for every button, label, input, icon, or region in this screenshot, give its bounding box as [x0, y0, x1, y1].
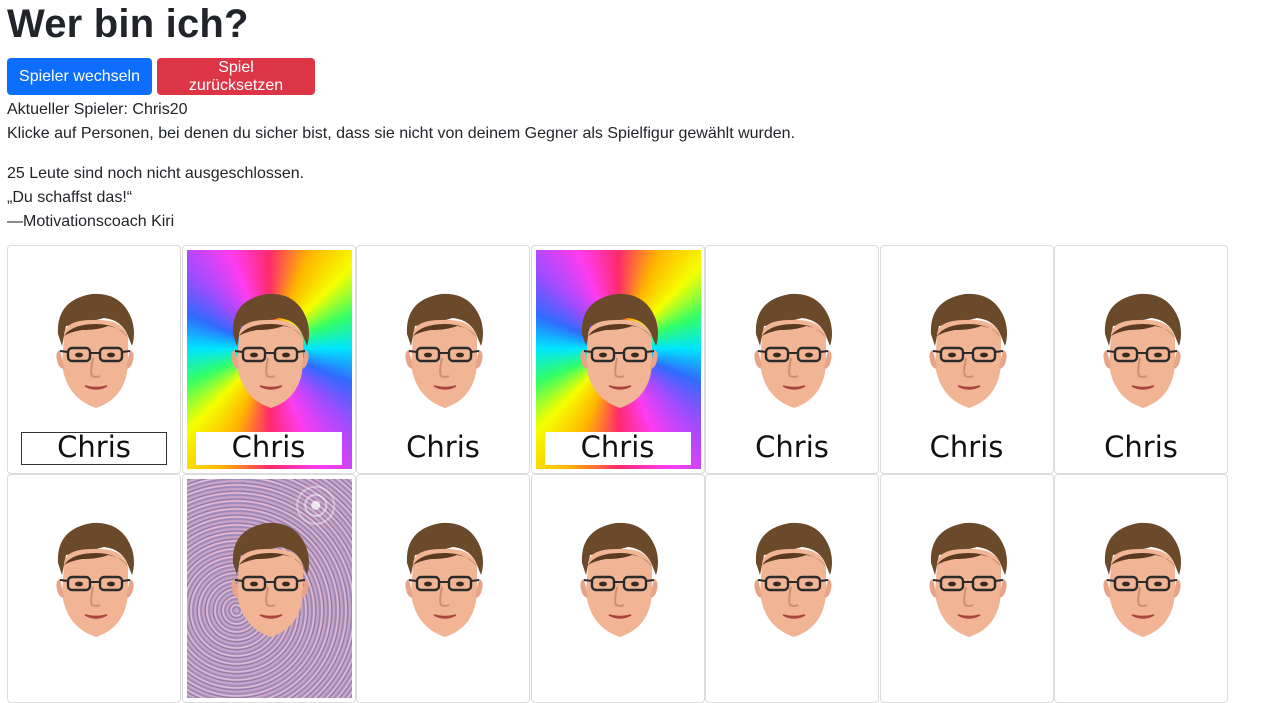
instruction-text: Klicke auf Personen, bei denen du sicher…	[7, 125, 796, 142]
person-card[interactable]: Chris	[879, 245, 1054, 474]
page-content: Wer bin ich? Spieler wechseln Spiel zurü…	[7, 0, 1280, 234]
person-photo	[52, 290, 138, 412]
person-name: Chris	[57, 430, 131, 464]
person-card[interactable]	[705, 474, 879, 703]
switch-player-button[interactable]: Spieler wechseln	[7, 58, 152, 95]
person-photo	[925, 519, 1011, 641]
person-grid: Chris Chris Chris Chris Chris Chris Chri…	[7, 245, 1228, 703]
person-name: Chris	[755, 430, 829, 464]
reset-game-button[interactable]: Spiel zurücksetzen	[157, 58, 315, 95]
person-card[interactable]	[181, 474, 356, 703]
person-card[interactable]: Chris	[356, 245, 530, 474]
button-row: Spieler wechseln Spiel zurücksetzen	[7, 58, 1280, 95]
person-photo	[576, 519, 662, 641]
person-card[interactable]: Chris	[7, 245, 181, 474]
person-name: Chris	[231, 430, 306, 464]
person-card[interactable]: Chris	[1054, 245, 1228, 474]
person-name: Chris	[406, 430, 480, 464]
person-photo	[750, 519, 836, 641]
person-card[interactable]: Chris	[705, 245, 879, 474]
person-name: Chris	[1104, 430, 1178, 464]
person-photo	[1099, 519, 1185, 641]
person-photo	[227, 290, 313, 412]
person-photo	[401, 519, 487, 641]
person-photo	[52, 519, 138, 641]
person-card[interactable]	[1054, 474, 1228, 703]
person-card[interactable]: Chris	[181, 245, 356, 474]
person-photo	[401, 290, 487, 412]
remaining-count: 25 Leute sind noch nicht ausgeschlossen.	[7, 165, 305, 182]
quote-author: —Motivationscoach Kiri	[7, 213, 175, 230]
page-title: Wer bin ich?	[7, 2, 249, 46]
person-photo	[576, 290, 662, 412]
person-card[interactable]	[530, 474, 705, 703]
person-card[interactable]	[879, 474, 1054, 703]
person-photo	[227, 519, 313, 641]
motivation-quote: „Du schaffst das!“	[7, 189, 133, 206]
person-photo	[1099, 290, 1185, 412]
person-name: Chris	[929, 430, 1004, 464]
person-card[interactable]: Chris	[530, 245, 705, 474]
person-card[interactable]	[356, 474, 530, 703]
current-player: Aktueller Spieler: Chris20	[7, 101, 188, 118]
person-name: Chris	[580, 430, 655, 464]
person-card[interactable]	[7, 474, 181, 703]
person-photo	[925, 290, 1011, 412]
person-photo	[750, 290, 836, 412]
